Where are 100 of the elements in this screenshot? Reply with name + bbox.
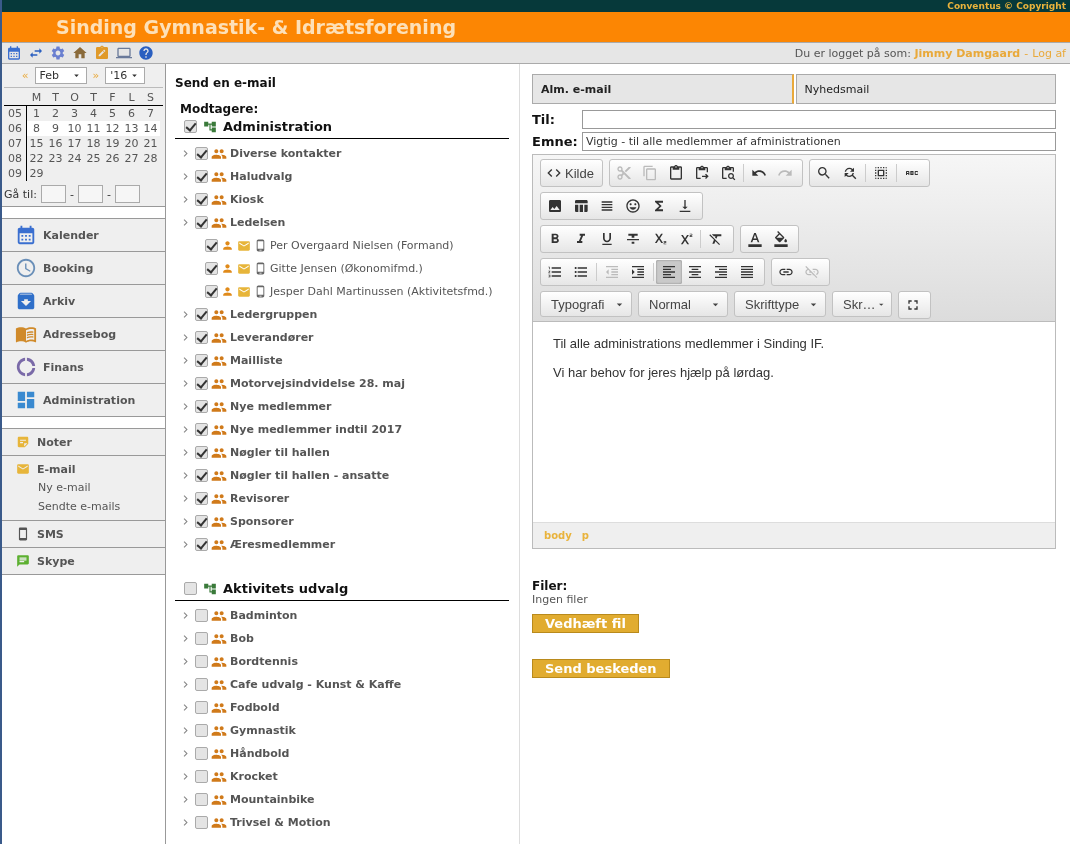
nav-item[interactable]: Arkiv	[2, 285, 165, 318]
calendar-day[interactable]: 4	[84, 106, 103, 121]
calendar-day[interactable]: 24	[65, 151, 84, 166]
help-icon[interactable]	[138, 45, 154, 61]
calendar-day[interactable]: 26	[103, 151, 122, 166]
checkbox[interactable]	[195, 377, 208, 390]
calendar-icon[interactable]	[6, 45, 22, 61]
format-dropdown[interactable]: Skrifttype	[734, 291, 826, 317]
subject-label: Emne:	[532, 134, 579, 149]
checkbox[interactable]	[195, 538, 208, 551]
checkbox[interactable]	[195, 308, 208, 321]
tab[interactable]: Nyhedsmail	[795, 74, 1056, 104]
site-title: Sinding Gymnastik- & Idrætsforening	[56, 16, 456, 38]
checkbox[interactable]	[195, 216, 208, 229]
calendar-day[interactable]: 23	[46, 151, 65, 166]
calendar-day[interactable]: 11	[84, 121, 103, 136]
checkbox[interactable]	[195, 793, 208, 806]
align-left-button[interactable]	[656, 260, 682, 284]
calendar-day[interactable]: 1	[27, 106, 46, 121]
calendar-day[interactable]: 20	[122, 136, 141, 151]
calendar-day[interactable]: 6	[122, 106, 141, 121]
format-dropdown[interactable]: Normal	[638, 291, 728, 317]
separator-text: -	[1024, 46, 1029, 60]
nav-item[interactable]: E-mail	[16, 460, 165, 478]
calendar-day[interactable]: 25	[84, 151, 103, 166]
subject-field[interactable]: Vigtig - til alle medlemmer af afministrationen	[582, 132, 1056, 151]
calendar-day[interactable]: 21	[141, 136, 160, 151]
checkbox[interactable]	[205, 285, 218, 298]
editor-content[interactable]: Til alle administrations medlemmer i Sinding IF. Vi har behov for jeres hjælp på lørdag.	[533, 322, 1055, 522]
calendar-day[interactable]: 2	[46, 106, 65, 121]
checkbox[interactable]	[195, 423, 208, 436]
checkbox[interactable]	[184, 582, 197, 595]
checkbox[interactable]	[195, 678, 208, 691]
to-field[interactable]	[582, 110, 1056, 129]
checkbox[interactable]	[195, 400, 208, 413]
calendar-day[interactable]: 13	[122, 121, 141, 136]
checkbox[interactable]	[195, 724, 208, 737]
nav-sublink[interactable]: Sendte e-mails	[38, 497, 165, 516]
checkbox[interactable]	[195, 446, 208, 459]
scissors-icon	[615, 165, 632, 181]
tab[interactable]: Alm. e-mail	[532, 74, 794, 104]
checkbox[interactable]	[195, 331, 208, 344]
checkbox[interactable]	[195, 770, 208, 783]
year-select[interactable]: '16	[105, 67, 146, 84]
calendar-day[interactable]: 18	[84, 136, 103, 151]
month-field[interactable]	[77, 185, 103, 203]
checkbox[interactable]	[195, 515, 208, 528]
weekday-label: O	[69, 90, 80, 105]
clipboard-search-icon	[719, 165, 736, 181]
format-dropdown[interactable]: Skr…	[832, 291, 892, 317]
calendar-day[interactable]: 17	[65, 136, 84, 151]
login-text: Du er logget på som: Jimmy Damgaard - Log af	[794, 46, 1066, 60]
checkbox[interactable]	[195, 816, 208, 829]
calendar-day[interactable]: 14	[141, 121, 160, 136]
checkbox[interactable]	[205, 262, 218, 275]
checkbox[interactable]	[184, 120, 197, 133]
source-button[interactable]: Kilde	[542, 161, 598, 185]
calendar-day[interactable]: 9	[46, 121, 65, 136]
checkbox[interactable]	[195, 701, 208, 714]
checkbox[interactable]	[195, 354, 208, 367]
bullet-list-icon	[573, 264, 589, 280]
calendar-day[interactable]: 19	[103, 136, 122, 151]
nav-item[interactable]: Booking	[2, 252, 165, 285]
week-number: 06	[7, 121, 23, 136]
checkbox[interactable]	[195, 609, 208, 622]
calendar-day[interactable]: 3	[65, 106, 84, 121]
checkbox[interactable]	[195, 747, 208, 760]
checkbox[interactable]	[195, 632, 208, 645]
computer-icon[interactable]	[116, 45, 132, 61]
calendar-day[interactable]: 27	[122, 151, 141, 166]
calendar-day[interactable]: 22	[27, 151, 46, 166]
nav-item[interactable]: Finans	[2, 351, 165, 384]
checkbox[interactable]	[195, 469, 208, 482]
calendar-day[interactable]: 10	[65, 121, 84, 136]
nav-sublink[interactable]: Ny e-mail	[38, 478, 165, 497]
calendar-day[interactable]: 5	[103, 106, 122, 121]
calendar-day[interactable]: 29	[27, 166, 46, 181]
calendar-day[interactable]: 28	[141, 151, 160, 166]
settings-icon[interactable]	[50, 45, 66, 61]
checkbox[interactable]	[195, 170, 208, 183]
calendar-day[interactable]: 7	[141, 106, 160, 121]
nav-item[interactable]: Administration	[2, 384, 165, 417]
calendar-day[interactable]: 15	[27, 136, 46, 151]
month-select[interactable]: Feb	[34, 67, 87, 84]
year-field[interactable]	[114, 185, 140, 203]
checkbox[interactable]	[205, 239, 218, 252]
justify-icon	[739, 264, 755, 280]
checkbox[interactable]	[195, 655, 208, 668]
calendar-day[interactable]: 12	[103, 121, 122, 136]
checkbox[interactable]	[195, 193, 208, 206]
checkbox[interactable]	[195, 147, 208, 160]
format-dropdown[interactable]: Typografi	[540, 291, 632, 317]
group-label: Diverse kontakter	[230, 147, 342, 160]
nav-item[interactable]: Kalender	[2, 219, 165, 252]
calendar-day[interactable]: 8	[27, 121, 46, 136]
calendar-day[interactable]: 16	[46, 136, 65, 151]
checkbox[interactable]	[195, 492, 208, 505]
nav-item[interactable]: Adressebog	[2, 318, 165, 351]
home-icon[interactable]	[72, 45, 88, 61]
day-field[interactable]	[40, 185, 66, 203]
